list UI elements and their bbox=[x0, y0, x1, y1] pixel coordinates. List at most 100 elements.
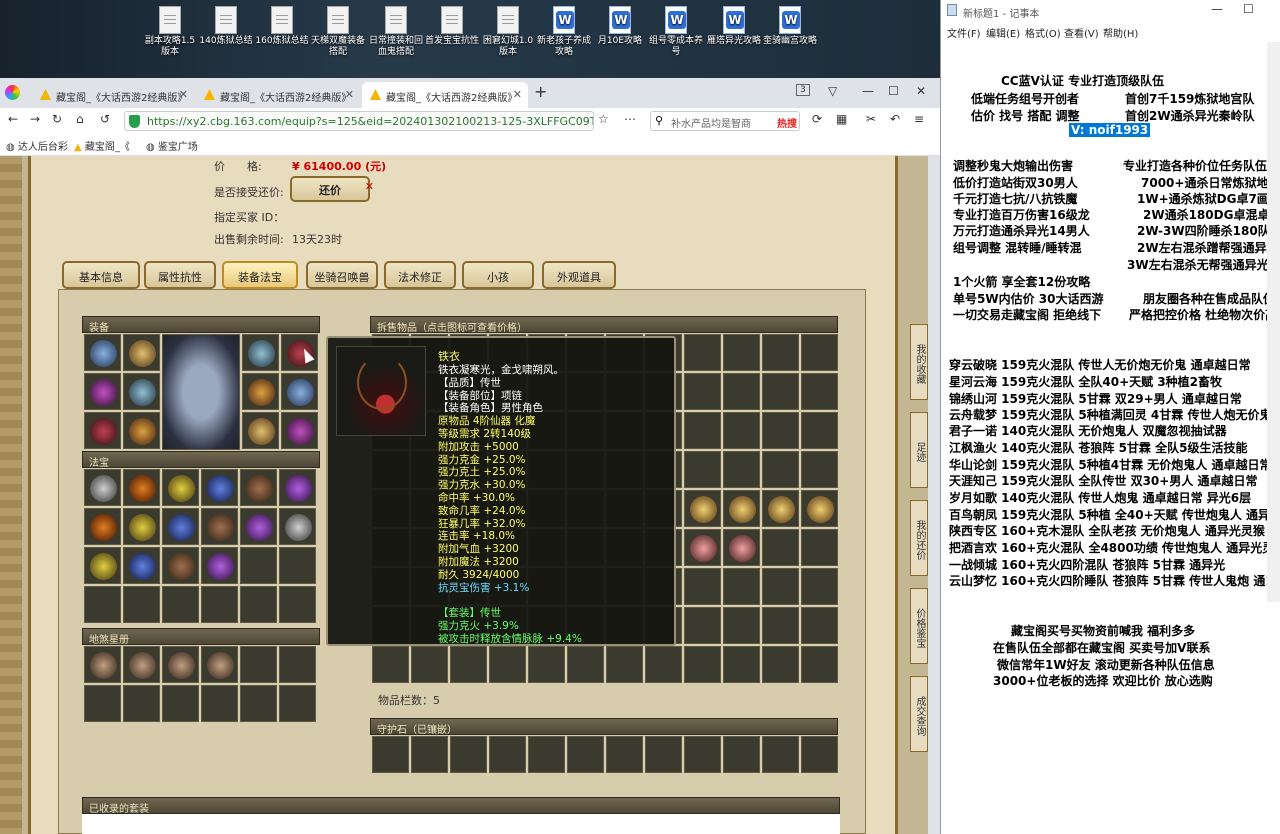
sale-slot[interactable] bbox=[723, 490, 760, 527]
side-button-2[interactable]: 足迹 bbox=[910, 412, 928, 488]
fabao-slot[interactable] bbox=[162, 469, 199, 506]
sale-slot[interactable] bbox=[684, 334, 721, 371]
minimize-icon[interactable]: — bbox=[862, 84, 874, 98]
equip-slot[interactable] bbox=[281, 412, 318, 449]
equip-slot[interactable] bbox=[281, 373, 318, 410]
fabao-slot[interactable] bbox=[279, 547, 316, 584]
equip-slot[interactable] bbox=[242, 334, 279, 371]
sale-slot[interactable] bbox=[723, 607, 760, 644]
equip-slot[interactable] bbox=[84, 334, 121, 371]
sale-slot[interactable] bbox=[372, 646, 409, 683]
side-button-4[interactable]: 价格鉴宝 bbox=[910, 588, 928, 664]
sale-slot[interactable] bbox=[723, 529, 760, 566]
tab-cbg-3[interactable]: 藏宝阁_《大话西游2经典版》 ✕ bbox=[362, 82, 528, 108]
sale-slot[interactable] bbox=[762, 607, 799, 644]
fabao-slot[interactable] bbox=[201, 586, 238, 623]
fabao-slot[interactable] bbox=[162, 508, 199, 545]
shouhu-slot[interactable] bbox=[567, 736, 604, 773]
url-field[interactable]: https://xy2.cbg.163.com/equip?s=125&eid=… bbox=[124, 111, 594, 131]
sale-slot[interactable] bbox=[801, 490, 838, 527]
tab-cbg-1[interactable]: 藏宝阁_《大话西游2经典版》 ✕ bbox=[32, 82, 194, 108]
fabao-slot[interactable] bbox=[84, 508, 121, 545]
close-tab-icon[interactable]: ✕ bbox=[345, 88, 354, 101]
fabao-slot[interactable] bbox=[162, 547, 199, 584]
fabao-slot[interactable] bbox=[201, 547, 238, 584]
equip-slot[interactable] bbox=[242, 373, 279, 410]
notepad-menu-item[interactable]: 编辑(E) bbox=[986, 25, 1020, 40]
fabao-slot[interactable] bbox=[279, 469, 316, 506]
tab-count-badge[interactable]: 3 bbox=[796, 84, 810, 96]
sale-slot[interactable] bbox=[645, 646, 682, 683]
fabao-slot[interactable] bbox=[240, 469, 277, 506]
bookmark-1[interactable]: ◍ 达人后台彩 bbox=[6, 138, 68, 153]
tab-4[interactable]: 坐骑召唤兽 bbox=[306, 261, 378, 289]
tab-7[interactable]: 外观道具 bbox=[542, 261, 616, 289]
sale-slot[interactable] bbox=[723, 451, 760, 488]
tab-3[interactable]: 装备法宝 bbox=[222, 261, 298, 289]
desktop-icon[interactable]: 雁塔异光攻略 bbox=[706, 6, 762, 47]
fabao-slot[interactable] bbox=[123, 586, 160, 623]
search-box[interactable]: ⚲ 补水产品均是智商 热搜 bbox=[650, 111, 800, 131]
fabao-slot[interactable] bbox=[84, 547, 121, 584]
equip-slot[interactable] bbox=[84, 412, 121, 449]
disha-slot[interactable] bbox=[279, 646, 316, 683]
fabao-slot[interactable] bbox=[240, 547, 277, 584]
notepad-menu-item[interactable]: 查看(V) bbox=[1064, 25, 1099, 40]
sale-slot[interactable] bbox=[762, 451, 799, 488]
notepad-menu-item[interactable]: 帮助(H) bbox=[1103, 25, 1138, 40]
fabao-slot[interactable] bbox=[123, 547, 160, 584]
history-icon[interactable]: ↺ bbox=[100, 112, 110, 126]
sale-slot[interactable] bbox=[684, 568, 721, 605]
shouhu-slot[interactable] bbox=[489, 736, 526, 773]
sale-slot[interactable] bbox=[528, 646, 565, 683]
shouhu-slot[interactable] bbox=[372, 736, 409, 773]
side-button-1[interactable]: 我的收藏 bbox=[910, 324, 928, 400]
sale-slot[interactable] bbox=[723, 334, 760, 371]
disha-slot[interactable] bbox=[84, 646, 121, 683]
notepad-scrollbar[interactable] bbox=[1267, 42, 1280, 602]
extension-icon[interactable]: ⋯ bbox=[624, 112, 636, 126]
sale-slot[interactable] bbox=[684, 529, 721, 566]
fabao-slot[interactable] bbox=[84, 586, 121, 623]
sale-slot[interactable] bbox=[684, 646, 721, 683]
sale-slot[interactable] bbox=[762, 490, 799, 527]
undo-icon[interactable]: ↶ bbox=[890, 112, 900, 126]
desktop-icon[interactable]: 组号零成本养号 bbox=[648, 6, 704, 58]
browser-logo-icon[interactable] bbox=[5, 85, 20, 100]
close-tab-icon[interactable]: ✕ bbox=[513, 88, 522, 101]
sale-slot[interactable] bbox=[762, 334, 799, 371]
disha-slot[interactable] bbox=[123, 646, 160, 683]
fabao-slot[interactable] bbox=[279, 586, 316, 623]
forward-icon[interactable]: → bbox=[30, 112, 40, 126]
new-tab-button[interactable]: + bbox=[534, 82, 547, 101]
sale-slot[interactable] bbox=[723, 646, 760, 683]
shouhu-slot[interactable] bbox=[606, 736, 643, 773]
sale-slot[interactable] bbox=[801, 412, 838, 449]
side-button-3[interactable]: 我的还价 bbox=[910, 500, 928, 576]
shouhu-slot[interactable] bbox=[645, 736, 682, 773]
sale-slot[interactable] bbox=[684, 412, 721, 449]
shouhu-slot[interactable] bbox=[801, 736, 838, 773]
desktop-icon[interactable]: 首发宝宝抗性 bbox=[424, 6, 480, 47]
shouhu-slot[interactable] bbox=[684, 736, 721, 773]
desktop-icon[interactable]: 天梯双魔装备搭配 bbox=[310, 6, 366, 58]
sale-slot[interactable] bbox=[723, 373, 760, 410]
shouhu-slot[interactable] bbox=[450, 736, 487, 773]
sale-slot[interactable] bbox=[723, 412, 760, 449]
sale-slot[interactable] bbox=[684, 373, 721, 410]
sale-slot[interactable] bbox=[450, 646, 487, 683]
sale-slot[interactable] bbox=[801, 373, 838, 410]
equip-slot[interactable] bbox=[242, 412, 279, 449]
desktop-icon[interactable]: 困窘幻城1.0版本 bbox=[480, 6, 536, 58]
sale-slot[interactable] bbox=[801, 607, 838, 644]
disha-slot[interactable] bbox=[240, 685, 277, 722]
sale-slot[interactable] bbox=[567, 646, 604, 683]
sale-slot[interactable] bbox=[684, 607, 721, 644]
shouhu-slot[interactable] bbox=[762, 736, 799, 773]
shouhu-slot[interactable] bbox=[723, 736, 760, 773]
back-icon[interactable]: ← bbox=[8, 112, 18, 126]
side-button-5[interactable]: 成交查询 bbox=[910, 676, 928, 752]
disha-slot[interactable] bbox=[162, 685, 199, 722]
sale-slot[interactable] bbox=[801, 568, 838, 605]
disha-slot[interactable] bbox=[201, 646, 238, 683]
